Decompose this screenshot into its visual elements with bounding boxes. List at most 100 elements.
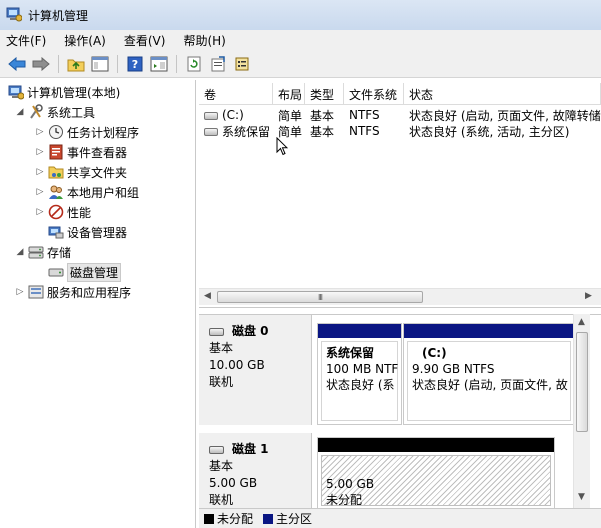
tree-item-storage[interactable]: ◢ 存储 (14, 242, 71, 262)
scrollbar-thumb[interactable]: III (217, 291, 423, 303)
collapsed-arrow-icon[interactable]: ▷ (34, 167, 46, 177)
tree-item-computer-management[interactable]: 计算机管理(本地) (6, 82, 120, 102)
expanded-arrow-icon[interactable]: ◢ (14, 247, 26, 257)
up-folder-icon[interactable] (65, 53, 87, 75)
column-header-filesystem[interactable]: 文件系统 (344, 83, 404, 105)
disk-size: 5.00 GB (209, 476, 258, 490)
tree-item-device-manager[interactable]: 设备管理器 (46, 222, 127, 242)
legend-bar: 未分配 主分区 (199, 508, 601, 528)
show-hide-tree-icon[interactable] (89, 53, 111, 75)
disk-size: 10.00 GB (209, 358, 265, 372)
disk-name: 磁盘 1 (232, 442, 269, 456)
partition-size: 100 MB NTF (326, 362, 399, 376)
disk-map: 磁盘 0 基本 10.00 GB 联机 系统保留 100 MB NTF 状态良好… (199, 314, 601, 509)
disk-type: 基本 (209, 459, 234, 473)
event-viewer-icon (48, 144, 64, 160)
computer-management-icon (8, 84, 24, 100)
menu-help[interactable]: 帮助(H) (183, 32, 225, 49)
collapsed-arrow-icon[interactable]: ▷ (14, 287, 26, 297)
disk-icon (209, 327, 224, 336)
toolbar-separator (58, 54, 59, 73)
volume-cell: 系统保留 (199, 123, 273, 140)
menu-file[interactable]: 文件(F) (6, 32, 46, 49)
tree-label: 计算机管理(本地) (27, 85, 121, 100)
volume-list: 卷 布局 类型 文件系统 状态 (C:) 简单 基本 NTFS 状态良好 (启动… (199, 80, 601, 308)
volume-cell: (C:) (199, 108, 273, 122)
disk-name: 磁盘 0 (232, 324, 269, 338)
export-list-icon[interactable] (207, 53, 229, 75)
device-manager-icon (48, 224, 64, 240)
refresh-icon[interactable] (183, 53, 205, 75)
layout-cell: 简单 (278, 108, 303, 123)
legend-primary: 主分区 (263, 510, 312, 527)
legend-swatch (204, 513, 214, 524)
users-icon (48, 184, 64, 200)
partition-unallocated[interactable]: 5.00 GB 未分配 (317, 437, 555, 509)
column-header-status[interactable]: 状态 (404, 83, 601, 105)
tree-item-performance[interactable]: ▷ 性能 (34, 202, 91, 222)
collapsed-arrow-icon[interactable]: ▷ (34, 187, 46, 197)
title-bar: 计算机管理 (0, 0, 601, 30)
tree-label: 服务和应用程序 (47, 285, 132, 300)
drive-icon (204, 111, 218, 120)
volume-list-header: 卷 布局 类型 文件系统 状态 (199, 83, 601, 105)
tree-item-event-viewer[interactable]: ▷ 事件查看器 (34, 142, 127, 162)
tree-item-task-scheduler[interactable]: ▷ 任务计划程序 (34, 122, 139, 142)
tree-item-shared-folders[interactable]: ▷ 共享文件夹 (34, 162, 127, 182)
filesystem-cell: NTFS (349, 108, 380, 122)
collapsed-arrow-icon[interactable]: ▷ (34, 147, 46, 157)
tree-label: 系统工具 (47, 105, 96, 120)
legend-unallocated: 未分配 (204, 510, 253, 527)
tree-item-services-applications[interactable]: ▷ 服务和应用程序 (14, 282, 131, 302)
column-header-layout[interactable]: 布局 (273, 83, 305, 105)
horizontal-scrollbar[interactable]: ◀ III ▶ (199, 288, 601, 305)
menu-bar: 文件(F) 操作(A) 查看(V) 帮助(H) (0, 30, 601, 50)
menu-action[interactable]: 操作(A) (64, 32, 106, 49)
menu-view[interactable]: 查看(V) (124, 32, 166, 49)
scroll-right-icon[interactable]: ▶ (585, 291, 592, 301)
help-icon[interactable]: ? (124, 53, 146, 75)
scrollbar-thumb[interactable] (576, 332, 588, 432)
properties-icon[interactable] (231, 53, 253, 75)
filesystem-cell: NTFS (349, 124, 380, 138)
unallocated-bar (318, 438, 554, 452)
status-cell: 状态良好 (系统, 活动, 主分区) (409, 124, 570, 139)
legend-label: 主分区 (276, 512, 313, 526)
table-row[interactable]: 系统保留 简单 基本 NTFS 状态良好 (系统, 活动, 主分区) (199, 122, 601, 140)
scroll-grip: III (317, 292, 323, 302)
partition-c-drive[interactable]: (C:) 9.90 GB NTFS 状态良好 (启动, 页面文件, 故 (403, 323, 575, 425)
back-arrow-icon[interactable] (6, 53, 28, 75)
shared-folder-icon (48, 164, 64, 180)
partition-system-reserved[interactable]: 系统保留 100 MB NTF 状态良好 (系 (317, 323, 402, 425)
tree-label: 存储 (47, 245, 72, 260)
disk-1-info[interactable]: 磁盘 1 基本 5.00 GB 联机 (199, 433, 312, 509)
expanded-arrow-icon[interactable]: ◢ (14, 107, 26, 117)
volume-name: 系统保留 (222, 124, 271, 139)
tree-item-system-tools[interactable]: ◢ 系统工具 (14, 102, 95, 122)
scroll-left-icon[interactable]: ◀ (204, 291, 211, 301)
vertical-scrollbar[interactable]: ▲ ▼ (573, 314, 590, 508)
partition-title: (C:) (422, 346, 447, 360)
properties-pane-icon[interactable] (148, 53, 170, 75)
scroll-up-icon[interactable]: ▲ (578, 317, 585, 327)
system-tools-icon (28, 104, 44, 120)
tree-item-disk-management[interactable]: 磁盘管理 (46, 262, 122, 282)
column-header-type[interactable]: 类型 (305, 83, 344, 105)
disk-management-icon (48, 264, 64, 280)
tree-item-local-users-groups[interactable]: ▷ 本地用户和组 (34, 182, 139, 202)
svg-text:?: ? (132, 58, 138, 71)
tree-label: 本地用户和组 (67, 185, 140, 200)
partition-size: 5.00 GB (326, 477, 375, 491)
column-header-volume[interactable]: 卷 (199, 83, 273, 105)
toolbar-separator (117, 54, 118, 73)
partition-size: 9.90 GB NTFS (412, 362, 495, 376)
forward-arrow-icon[interactable] (30, 53, 52, 75)
collapsed-arrow-icon[interactable]: ▷ (34, 127, 46, 137)
clock-icon (48, 124, 64, 140)
storage-icon (28, 244, 44, 260)
tree-label: 事件查看器 (67, 145, 128, 160)
disk-0-info[interactable]: 磁盘 0 基本 10.00 GB 联机 (199, 315, 312, 425)
collapsed-arrow-icon[interactable]: ▷ (34, 207, 46, 217)
toolbar: ? (0, 50, 601, 78)
scroll-down-icon[interactable]: ▼ (578, 492, 585, 502)
